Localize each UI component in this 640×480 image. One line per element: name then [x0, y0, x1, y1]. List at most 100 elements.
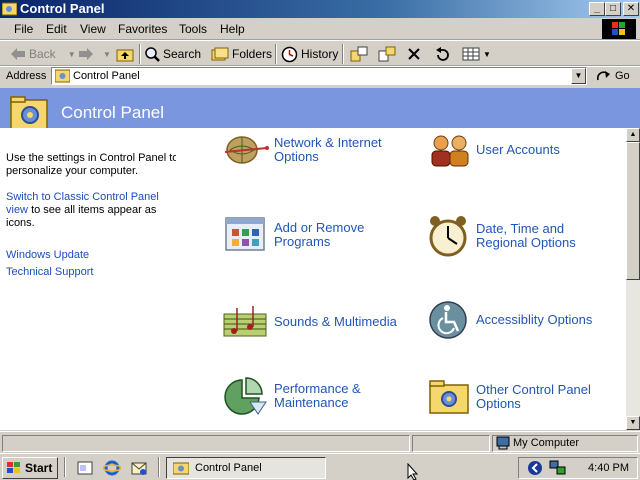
- menu-favorites[interactable]: Favorites: [118, 22, 167, 36]
- music-icon: [223, 306, 267, 337]
- search-button[interactable]: Search: [144, 44, 201, 64]
- address-bar: Address Control Panel ▼ Go: [0, 66, 640, 86]
- status-pane-main: [2, 435, 410, 452]
- network-tray-icon[interactable]: [549, 460, 567, 476]
- scroll-down-button[interactable]: ▼: [626, 416, 640, 430]
- category-sounds-label: Sounds & Multimedia: [274, 314, 397, 329]
- my-computer-icon: [496, 436, 510, 450]
- status-zone-text: My Computer: [513, 437, 580, 449]
- undo-button[interactable]: [434, 44, 455, 64]
- views-button[interactable]: ▼: [462, 44, 491, 64]
- control-panel-small-icon: [55, 69, 70, 83]
- tray-arrows-icon[interactable]: [527, 460, 543, 476]
- taskbar-control-panel-button[interactable]: Control Panel: [166, 457, 326, 479]
- address-dropdown-button[interactable]: ▼: [571, 68, 586, 84]
- search-icon: [145, 47, 160, 62]
- close-button[interactable]: ✕: [623, 2, 639, 16]
- windows-logo-icon: [602, 19, 636, 39]
- folder-gear-icon: [429, 380, 469, 414]
- up-folder-icon: [116, 49, 134, 62]
- programs-icon: [225, 217, 265, 251]
- category-user-accounts[interactable]: User Accounts: [428, 132, 612, 168]
- windows-update-link[interactable]: Windows Update: [6, 249, 89, 261]
- globe-icon: [224, 136, 269, 164]
- outlook-express-icon[interactable]: [130, 459, 148, 477]
- history-label: History: [301, 47, 339, 61]
- move-to-icon: [350, 46, 368, 62]
- system-tray: 4:40 PM: [518, 457, 638, 479]
- toolbar: Back ▼ ▼ Search Folders History ▼: [0, 40, 640, 66]
- copy-to-icon: [378, 46, 396, 62]
- delete-x-icon: [408, 48, 420, 60]
- start-label: Start: [25, 461, 53, 475]
- go-button[interactable]: Go: [596, 69, 630, 83]
- up-folder-button[interactable]: [116, 44, 137, 64]
- forward-button[interactable]: ▼: [78, 44, 111, 64]
- menu-bar: File Edit View Favorites Tools Help: [0, 18, 640, 40]
- start-button[interactable]: Start: [2, 457, 58, 479]
- menu-tools[interactable]: Tools: [179, 22, 207, 36]
- back-label: Back: [29, 47, 56, 61]
- views-grid-icon: [462, 47, 480, 61]
- folders-label: Folders: [232, 47, 273, 61]
- folders-button[interactable]: Folders: [211, 44, 272, 64]
- minimize-button[interactable]: _: [589, 2, 605, 16]
- category-date-time-regional[interactable]: Date, Time and Regional Options: [428, 214, 612, 258]
- category-sounds-multimedia[interactable]: Sounds & Multimedia: [222, 304, 410, 340]
- menu-view[interactable]: View: [80, 22, 106, 36]
- category-accessibility[interactable]: Accessiblity Options: [428, 298, 612, 342]
- category-performance-maintenance[interactable]: Performance & Maintenance: [222, 376, 410, 416]
- category-network-label: Network & Internet Options: [274, 135, 382, 164]
- pie-chart-icon: [224, 377, 267, 415]
- windows-flag-icon: [7, 462, 20, 473]
- control-panel-task-icon: [173, 462, 189, 475]
- technical-support-link[interactable]: Technical Support: [6, 266, 93, 278]
- menu-edit[interactable]: Edit: [46, 22, 67, 36]
- category-other-label: Other Control Panel Options: [476, 382, 591, 411]
- header-band: Control Panel: [0, 88, 640, 128]
- mouse-cursor-icon: [407, 463, 419, 480]
- show-desktop-icon[interactable]: [76, 459, 94, 477]
- scroll-up-button[interactable]: ▲: [626, 128, 640, 142]
- back-button[interactable]: Back ▼: [10, 44, 76, 64]
- go-label: Go: [615, 70, 630, 82]
- taskbar-separator: [158, 457, 160, 477]
- scroll-thumb[interactable]: [626, 142, 640, 280]
- page-title: Control Panel: [61, 103, 165, 122]
- category-network-internet[interactable]: Network & Internet Options: [222, 132, 410, 168]
- maximize-button[interactable]: □: [605, 2, 621, 16]
- menu-file[interactable]: File: [14, 22, 33, 36]
- status-bar: My Computer: [0, 431, 640, 453]
- history-button[interactable]: History: [281, 44, 338, 64]
- window-title: Control Panel: [20, 1, 105, 16]
- internet-explorer-icon[interactable]: [103, 459, 121, 477]
- category-add-remove-programs[interactable]: Add or Remove Programs: [222, 216, 410, 254]
- forward-dropdown-icon[interactable]: ▼: [103, 50, 111, 59]
- search-label: Search: [163, 47, 202, 61]
- address-input[interactable]: Control Panel ▼: [51, 67, 587, 85]
- back-dropdown-icon[interactable]: ▼: [68, 50, 76, 59]
- vertical-scrollbar[interactable]: ▲ ▼: [626, 128, 640, 430]
- history-icon: [281, 46, 298, 62]
- delete-button[interactable]: [406, 44, 425, 64]
- taskbar-separator: [64, 457, 66, 477]
- undo-icon: [436, 47, 449, 61]
- switch-view-suffix: to see all items appear as icons.: [6, 204, 157, 229]
- intro-text: Use the settings in Control Panel to per…: [6, 152, 179, 177]
- folders-icon: [211, 47, 229, 61]
- address-label: Address: [6, 70, 47, 82]
- left-task-pane: Use the settings in Control Panel to per…: [0, 128, 180, 430]
- toolbar-separator: [342, 44, 344, 64]
- copy-to-button[interactable]: [378, 44, 399, 64]
- go-arrow-icon: [596, 71, 610, 81]
- category-other-options[interactable]: Other Control Panel Options: [428, 378, 612, 416]
- switch-view-block: Switch to Classic Control Panel view to …: [6, 191, 182, 230]
- category-pane: Network & Internet Options User Accounts: [176, 128, 626, 430]
- toolbar-separator: [275, 44, 277, 64]
- title-bar[interactable]: Control Panel _ □ ✕: [0, 0, 640, 18]
- address-value: Control Panel: [73, 70, 140, 82]
- move-to-button[interactable]: [350, 44, 371, 64]
- menu-help[interactable]: Help: [220, 22, 245, 36]
- taskbar-clock[interactable]: 4:40 PM: [588, 462, 629, 474]
- views-dropdown-icon[interactable]: ▼: [483, 50, 491, 59]
